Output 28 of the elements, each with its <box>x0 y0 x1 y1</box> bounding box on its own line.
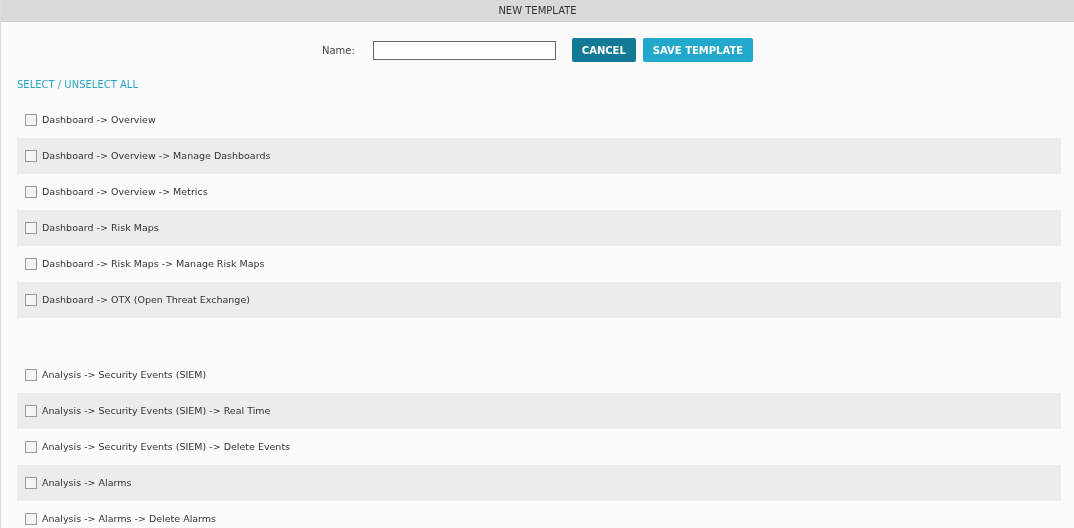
checkbox[interactable] <box>25 114 37 126</box>
select-unselect-all-link[interactable]: SELECT / UNSELECT ALL <box>17 77 1058 92</box>
checkbox[interactable] <box>25 477 37 489</box>
permission-label: Dashboard -> Overview -> Metrics <box>42 184 208 199</box>
name-label: Name: <box>321 43 355 58</box>
name-field[interactable] <box>372 40 556 60</box>
permission-label: Analysis -> Alarms <box>42 475 132 490</box>
permission-label: Dashboard -> Risk Maps <box>42 220 159 235</box>
checkbox[interactable] <box>25 369 37 381</box>
save-template-button[interactable]: SAVE TEMPLATE <box>642 38 754 62</box>
permission-label: Dashboard -> Risk Maps -> Manage Risk Maps <box>42 256 265 271</box>
checkbox[interactable] <box>25 222 37 234</box>
cancel-button[interactable]: CANCEL <box>571 38 636 62</box>
permission-label: Dashboard -> Overview -> Manage Dashboards <box>42 148 271 163</box>
checkbox[interactable] <box>25 150 37 162</box>
checkbox[interactable] <box>25 294 37 306</box>
checkbox[interactable] <box>25 405 37 417</box>
permission-label: Analysis -> Security Events (SIEM) -> Delete Events <box>42 439 291 454</box>
checkbox[interactable] <box>25 186 37 198</box>
permission-label: Analysis -> Alarms -> Delete Alarms <box>42 511 217 526</box>
permission-label: Dashboard -> Overview <box>42 112 156 127</box>
permission-label: Dashboard -> OTX (Open Threat Exchange) <box>42 292 250 307</box>
header-bar: NEW TEMPLATE <box>1 0 1074 22</box>
checkbox[interactable] <box>25 513 37 525</box>
permission-label: Analysis -> Security Events (SIEM) <box>42 367 207 382</box>
checkbox[interactable] <box>25 258 37 270</box>
checkbox[interactable] <box>25 441 37 453</box>
permission-label: Analysis -> Security Events (SIEM) -> Real Time <box>42 403 271 418</box>
